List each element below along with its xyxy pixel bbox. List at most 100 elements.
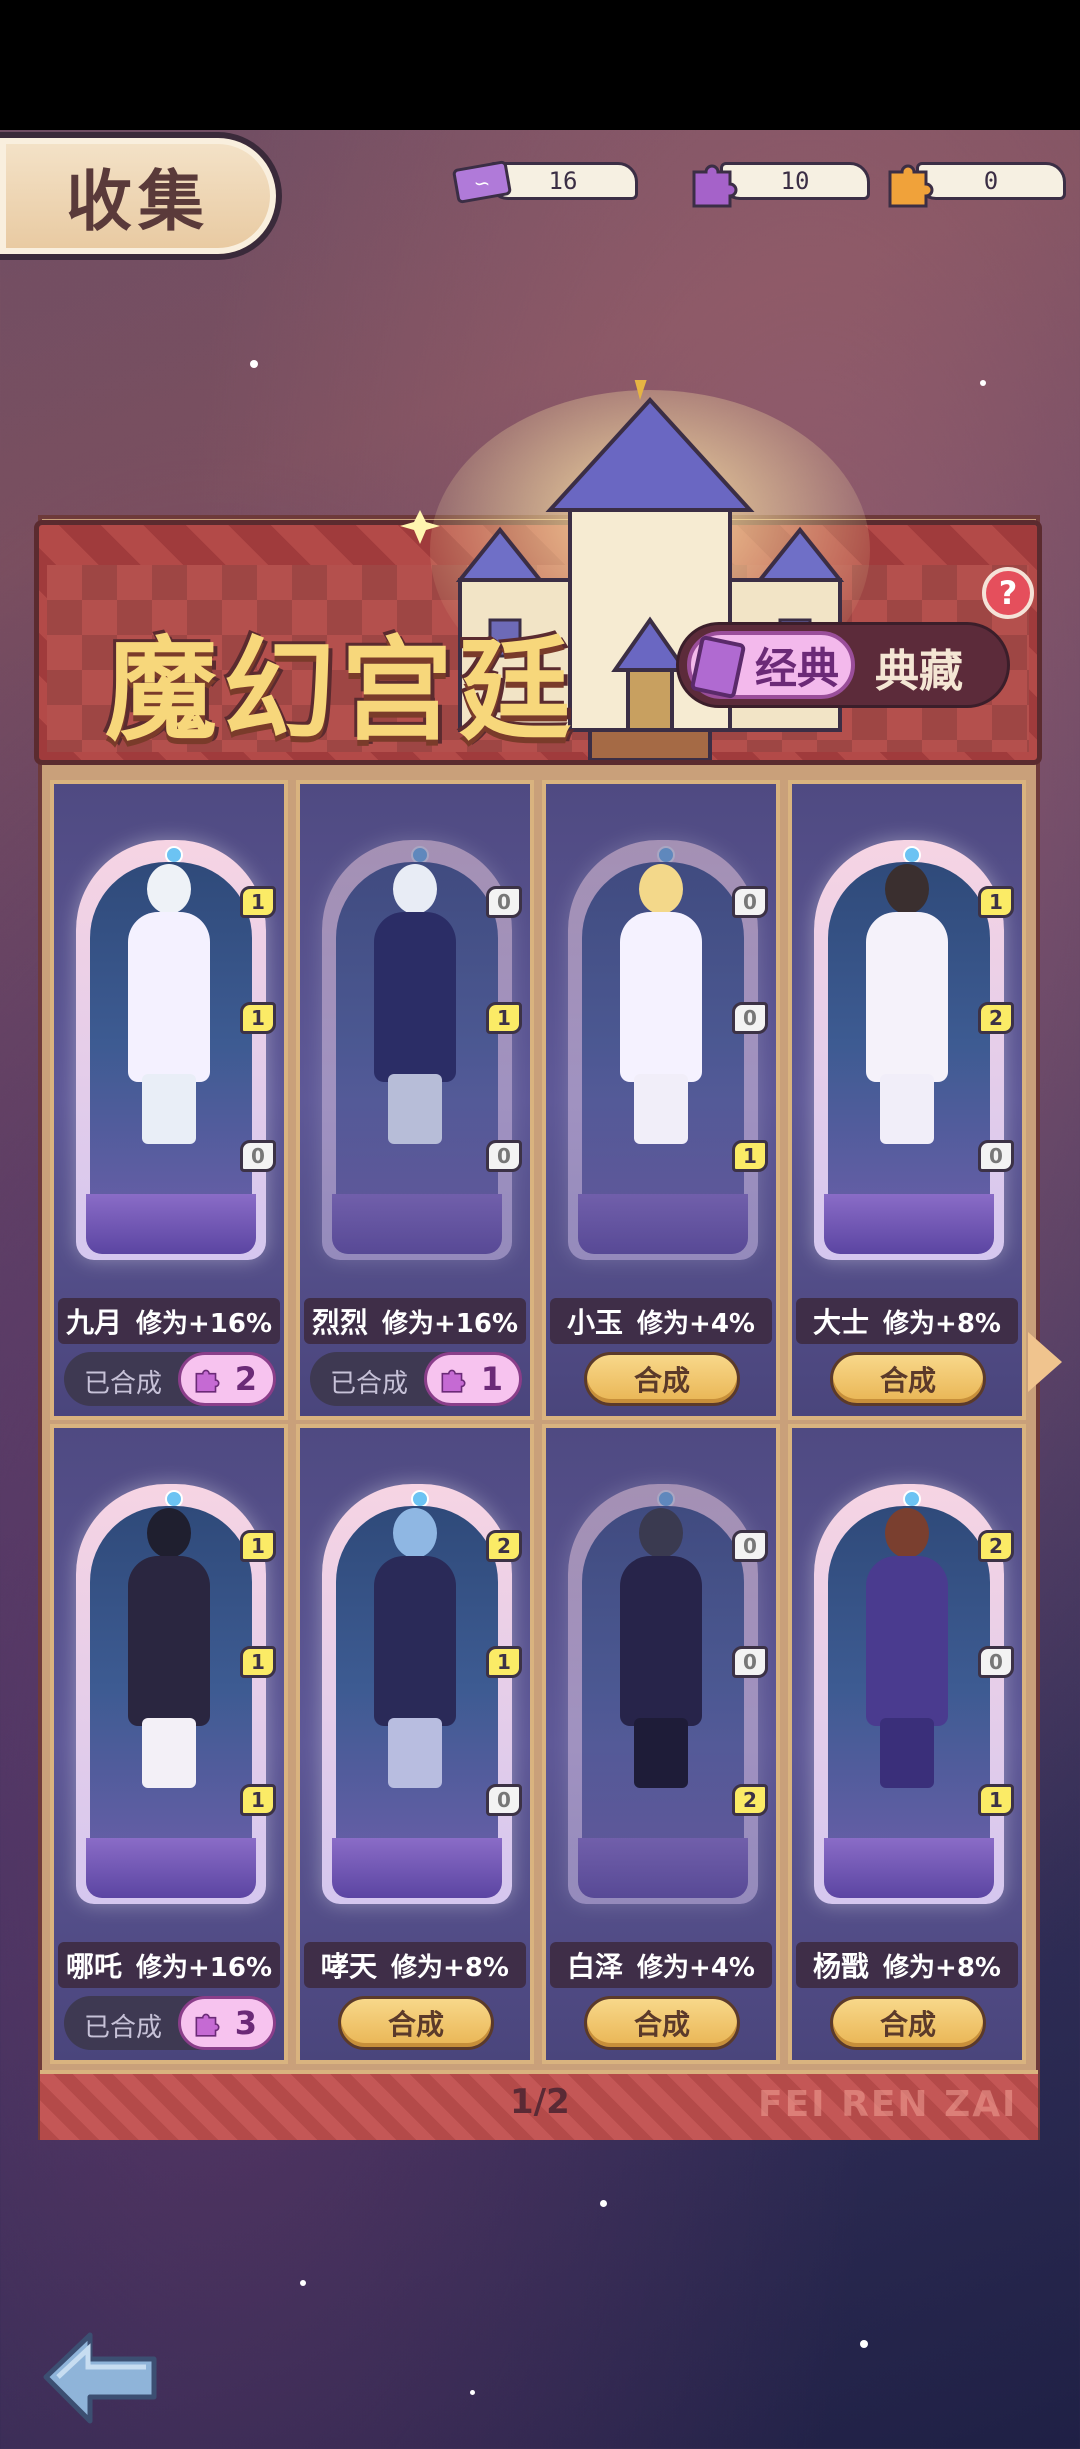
synthesize-button[interactable]: 合成 bbox=[830, 1352, 986, 1406]
character-card-3[interactable]: 0 0 1 小玉 修为+4% 合成 bbox=[542, 780, 780, 1420]
figure-head bbox=[639, 1508, 683, 1558]
frame-base bbox=[86, 1194, 256, 1254]
synthesized-label: 已合成 bbox=[84, 2013, 163, 2043]
piece-badge-bottom: 0 bbox=[978, 1140, 1014, 1172]
piece-badge-top: 2 bbox=[486, 1530, 522, 1562]
synthesized-label: 已合成 bbox=[84, 1369, 163, 1399]
character-bonus: 修为+16% bbox=[135, 1952, 273, 1983]
piece-badge-middle: 0 bbox=[732, 1646, 768, 1678]
figure-head bbox=[147, 1508, 191, 1558]
character-figure bbox=[606, 854, 716, 1154]
resource-purple-puzzle: 10 bbox=[684, 158, 890, 208]
frame-base bbox=[332, 1838, 502, 1898]
character-name: 白泽 bbox=[567, 1950, 624, 1983]
figure-legs bbox=[634, 1718, 688, 1788]
synthesize-button[interactable]: 合成 bbox=[338, 1996, 494, 2050]
help-button[interactable]: ? bbox=[982, 567, 1034, 619]
figure-body bbox=[374, 912, 456, 1082]
figure-body bbox=[374, 1556, 456, 1726]
character-bonus: 修为+8% bbox=[883, 1308, 1001, 1339]
toggle-classic-label: 经典 bbox=[754, 643, 839, 693]
collect-tab[interactable]: 收集 bbox=[0, 132, 282, 260]
piece-badge-top: 2 bbox=[978, 1530, 1014, 1562]
piece-badge-top: 1 bbox=[978, 886, 1014, 918]
character-bonus: 修为+16% bbox=[135, 1308, 273, 1339]
frame-base bbox=[824, 1194, 994, 1254]
synthesize-button[interactable]: 合成 bbox=[584, 1352, 740, 1406]
character-name: 哮天 bbox=[321, 1950, 378, 1983]
next-page-arrow-icon[interactable] bbox=[1028, 1332, 1062, 1392]
svg-text:∽: ∽ bbox=[474, 171, 491, 195]
edition-toggle: 经典 典藏 bbox=[676, 622, 1010, 708]
piece-badge-top: 0 bbox=[732, 1530, 768, 1562]
synthesized-count: 3 bbox=[234, 2004, 257, 2042]
character-name-row: 哮天 修为+8% bbox=[304, 1942, 526, 1988]
figure-body bbox=[866, 1556, 948, 1726]
character-bonus: 修为+8% bbox=[883, 1952, 1001, 1983]
piece-badge-top: 1 bbox=[240, 886, 276, 918]
book-icon bbox=[689, 634, 747, 700]
figure-legs bbox=[880, 1718, 934, 1788]
character-card-2[interactable]: 0 1 0 烈烈 修为+16% 已合成 1 bbox=[296, 780, 534, 1420]
piece-badge-bottom: 1 bbox=[240, 1784, 276, 1816]
status-bar bbox=[0, 0, 1080, 130]
character-bonus: 修为+16% bbox=[381, 1308, 519, 1339]
character-figure bbox=[606, 1498, 716, 1798]
piece-badge-middle: 1 bbox=[486, 1002, 522, 1034]
synthesized-status: 已合成 3 bbox=[64, 1996, 276, 2050]
synthesized-label: 已合成 bbox=[330, 1369, 409, 1399]
character-card-1[interactable]: 1 1 0 九月 修为+16% 已合成 2 bbox=[50, 780, 288, 1420]
character-figure bbox=[852, 854, 962, 1154]
character-bonus: 修为+4% bbox=[637, 1952, 755, 1983]
toggle-collection[interactable]: 典藏 bbox=[875, 635, 963, 699]
resource-orange-puzzle: 0 bbox=[880, 158, 1080, 208]
figure-legs bbox=[142, 1718, 196, 1788]
synthesized-status: 已合成 1 bbox=[310, 1352, 522, 1406]
back-arrow-icon[interactable] bbox=[38, 2325, 162, 2429]
character-card-7[interactable]: 0 0 2 白泽 修为+4% 合成 bbox=[542, 1424, 780, 2064]
character-card-5[interactable]: 1 1 1 哪吒 修为+16% 已合成 3 bbox=[50, 1424, 288, 2064]
puzzle-icon bbox=[441, 1369, 466, 1393]
character-bonus: 修为+8% bbox=[391, 1952, 509, 1983]
piece-badge-bottom: 0 bbox=[486, 1140, 522, 1172]
character-figure bbox=[852, 1498, 962, 1798]
piece-badge-middle: 0 bbox=[732, 1002, 768, 1034]
piece-badge-bottom: 0 bbox=[486, 1784, 522, 1816]
character-name: 九月 bbox=[65, 1306, 122, 1339]
character-card-8[interactable]: 2 0 1 杨戬 修为+8% 合成 bbox=[788, 1424, 1026, 2064]
star bbox=[300, 2280, 306, 2286]
frame-base bbox=[824, 1838, 994, 1898]
ticket-icon: ∽ bbox=[452, 160, 512, 204]
star bbox=[600, 2200, 607, 2207]
figure-body bbox=[866, 912, 948, 1082]
toggle-classic[interactable]: 经典 bbox=[687, 631, 855, 700]
figure-body bbox=[128, 912, 210, 1082]
piece-badge-middle: 1 bbox=[240, 1646, 276, 1678]
figure-legs bbox=[142, 1074, 196, 1144]
synthesize-button[interactable]: 合成 bbox=[584, 1996, 740, 2050]
piece-badge-middle: 2 bbox=[978, 1002, 1014, 1034]
character-name: 小玉 bbox=[567, 1306, 624, 1339]
character-bonus: 修为+4% bbox=[637, 1308, 755, 1339]
piece-badge-middle: 1 bbox=[240, 1002, 276, 1034]
character-card-6[interactable]: 2 1 0 哮天 修为+8% 合成 bbox=[296, 1424, 534, 2064]
figure-legs bbox=[880, 1074, 934, 1144]
piece-badge-top: 0 bbox=[732, 886, 768, 918]
character-name-row: 九月 修为+16% bbox=[58, 1298, 280, 1344]
synthesize-button[interactable]: 合成 bbox=[830, 1996, 986, 2050]
purple-puzzle-icon bbox=[692, 164, 738, 208]
character-name: 杨戬 bbox=[813, 1950, 870, 1983]
frame-base bbox=[578, 1838, 748, 1898]
resource-tickets: ∽ 16 bbox=[452, 158, 658, 204]
banner-title: 魔幻宫廷 bbox=[105, 626, 577, 756]
star bbox=[250, 360, 258, 368]
piece-badge-bottom: 2 bbox=[732, 1784, 768, 1816]
character-name: 烈烈 bbox=[311, 1306, 368, 1339]
frame-base bbox=[332, 1194, 502, 1254]
synthesized-status: 已合成 2 bbox=[64, 1352, 276, 1406]
figure-body bbox=[128, 1556, 210, 1726]
figure-legs bbox=[388, 1074, 442, 1144]
character-name: 大士 bbox=[813, 1306, 870, 1339]
character-card-4[interactable]: 1 2 0 大士 修为+8% 合成 bbox=[788, 780, 1026, 1420]
synthesized-count: 2 bbox=[234, 1360, 257, 1398]
